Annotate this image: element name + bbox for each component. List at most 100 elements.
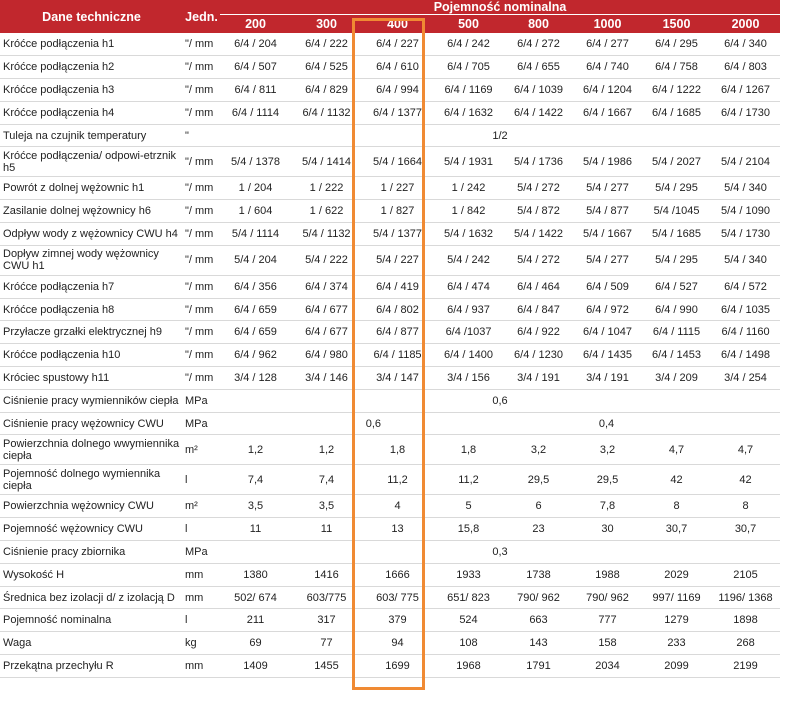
- cell-value: 6/4 / 1204: [583, 83, 632, 96]
- cell-value: 1279: [664, 614, 689, 627]
- row-unit: "/ mm: [185, 280, 214, 293]
- cell-value: 6/4 / 803: [724, 61, 767, 74]
- cell-value: 5/4 / 1422: [514, 227, 563, 240]
- cell-value: 6/4 / 705: [447, 61, 490, 74]
- table-row: Zasilanie dolnej wężownicy h6 "/ mm 1 / 60…: [0, 200, 781, 223]
- cell-value: 3/4 / 146: [305, 371, 348, 384]
- row-label: Króćce podłączenia h1: [3, 38, 115, 51]
- table-row: Króćce podłączenia h8 "/ mm 6/4 / 659 6/4 /…: [0, 298, 781, 321]
- cell-value: 3/4 / 191: [586, 371, 629, 384]
- row-label: Ciśnienie pracy zbiornika: [3, 545, 126, 558]
- cell-value: 6/4 / 295: [655, 38, 698, 51]
- table-row: Króćce podłączenia/ odpowi-etrznik h5 "/ …: [0, 147, 781, 177]
- cell-value: 5/4 / 340: [724, 182, 767, 195]
- cell-value: 6/4 / 222: [305, 38, 348, 51]
- cell-value: 30,7: [665, 523, 688, 536]
- cell-value: 3,5: [247, 500, 264, 513]
- row-label: Pojemność nominalna: [3, 614, 112, 627]
- table-row: Króćce podłączenia h1 "/ mm 6/4 / 204 6/4 /…: [0, 33, 781, 56]
- cell-value: 6/4 / 740: [586, 61, 629, 74]
- cell-value: 5/4 / 227: [376, 254, 419, 267]
- cell-value: 777: [598, 614, 617, 627]
- row-unit: "/ mm: [185, 349, 214, 362]
- table-row: Króćce podłączenia h7 "/ mm 6/4 / 356 6/4 /…: [0, 275, 781, 299]
- cell-value: 2034: [595, 659, 620, 672]
- cell-value: 1196/ 1368: [718, 591, 773, 604]
- row-label: Przekątna przechyłu R: [3, 659, 114, 672]
- cell-value: 6/4 / 507: [234, 61, 277, 74]
- row-unit: "/ mm: [185, 83, 214, 96]
- header-capacity-1500: 1500: [642, 14, 711, 33]
- cell-value: 6/4 / 937: [447, 303, 490, 316]
- cell-value: 1409: [243, 659, 268, 672]
- row-label: Króćce podłączenia h8: [3, 303, 115, 316]
- table-row: Ciśnienie pracy zbiornika MPa 0,3: [0, 541, 781, 564]
- row-unit: "/ mm: [185, 106, 214, 119]
- cell-value: 5/4 / 2027: [652, 155, 701, 168]
- cell-merged: 0,6: [492, 394, 508, 407]
- cell-value: 5/4 / 2104: [721, 155, 770, 168]
- cell-value: 233: [667, 637, 686, 650]
- row-label: Króćce podłączenia h7: [3, 280, 115, 293]
- table-row: Powierzchnia dolnego wwymiennika ciepła m…: [0, 435, 781, 465]
- row-unit: "/ mm: [185, 326, 214, 339]
- cell-value: 5/4 / 1685: [652, 227, 701, 240]
- cell-value: 6/4 / 1222: [652, 83, 701, 96]
- cell-value: 1 / 204: [238, 182, 273, 195]
- table-row: Króćce podłączenia h3 "/ mm 6/4 / 811 6/4 /…: [0, 79, 781, 102]
- cell-value: 5/4 / 1664: [373, 155, 422, 168]
- header-capacity-2000: 2000: [711, 14, 781, 33]
- cell-value: 6/4 / 1114: [231, 106, 280, 119]
- cell-value: 5/4 / 222: [305, 254, 348, 267]
- row-label: Króćce podłączenia/ odpowi-etrznik h5: [3, 149, 177, 174]
- cell-value: 6/4 / 419: [376, 280, 419, 293]
- cell-value: 158: [598, 637, 617, 650]
- cell-value: 790/ 962: [586, 591, 629, 604]
- cell-value: 1933: [456, 568, 481, 581]
- cell-value: 6/4 / 972: [586, 303, 629, 316]
- cell-value: 5/4 / 277: [586, 182, 629, 195]
- table-row: Średnica bez izolacji d/ z izolacją D mm 5…: [0, 586, 781, 609]
- cell-value: 3/4 / 128: [234, 371, 277, 384]
- table-row: Pojemność dolnego wymiennika ciepła l 7,4 7…: [0, 465, 781, 495]
- cell-value: 1988: [595, 568, 620, 581]
- table-row: Króćce podłączenia h10 "/ mm 6/4 / 962 6/4 …: [0, 344, 781, 367]
- cell-merged: 0,3: [492, 545, 508, 558]
- cell-value: 6/4 / 1422: [514, 106, 563, 119]
- cell-value: 6/4 / 1230: [514, 349, 563, 362]
- cell-merged: 0,6: [365, 417, 381, 430]
- row-unit: kg: [185, 637, 197, 650]
- cell-value: 4,7: [668, 443, 685, 456]
- cell-value: 1,2: [247, 443, 264, 456]
- cell-value: 11,2: [387, 473, 408, 486]
- table-row: Króćce podłączenia h2 "/ mm 6/4 / 507 6/4 /…: [0, 56, 781, 79]
- cell-value: 3,2: [599, 443, 616, 456]
- cell-value: 6/4 / 758: [655, 61, 698, 74]
- cell-value: 15,8: [457, 523, 480, 536]
- table-row: Ciśnienie pracy wymienników ciepła MPa 0,6: [0, 389, 781, 413]
- row-label: Zasilanie dolnej wężownicy h6: [3, 205, 151, 218]
- cell-value: 1 / 604: [238, 205, 273, 218]
- cell-value: 6/4 / 1160: [721, 326, 770, 339]
- row-unit: MPa: [185, 417, 208, 430]
- cell-value: 6/4 / 1047: [583, 326, 632, 339]
- row-label: Powierzchnia dolnego wwymiennika ciepła: [3, 437, 180, 462]
- cell-value: 6/4 / 1267: [721, 83, 770, 96]
- cell-value: 6/4 / 922: [517, 326, 560, 339]
- cell-value: 1 / 827: [380, 205, 415, 218]
- table-row: Pojemność nominalna l 211 317 379 524 663 777 12…: [0, 609, 781, 632]
- cell-value: 5/4 / 1378: [231, 155, 280, 168]
- row-unit: mm: [185, 568, 204, 581]
- cell-value: 6/4 / 610: [376, 61, 419, 74]
- cell-value: 5/4 / 1132: [302, 227, 351, 240]
- cell-value: 6/4 / 474: [447, 280, 490, 293]
- cell-value: 143: [529, 637, 548, 650]
- cell-value: 6/4 / 572: [724, 280, 767, 293]
- cell-value: 69: [249, 637, 262, 650]
- cell-value: 6/4 / 374: [305, 280, 348, 293]
- cell-value: 1 / 227: [380, 182, 415, 195]
- cell-value: 5: [465, 500, 472, 513]
- cell-value: 5/4 / 1090: [721, 205, 770, 218]
- cell-value: 1 / 222: [309, 182, 344, 195]
- cell-value: 3,2: [530, 443, 547, 456]
